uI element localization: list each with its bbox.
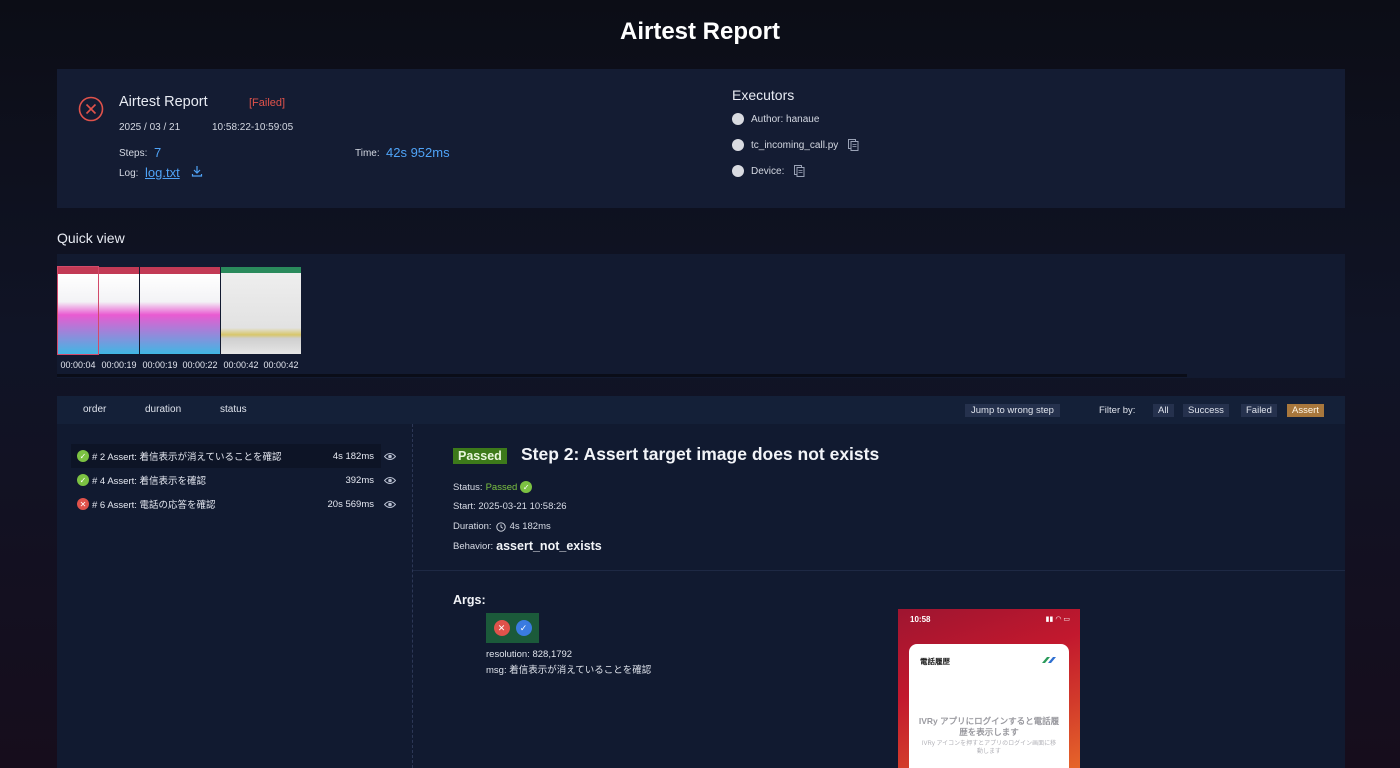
- page-title: Airtest Report: [619, 18, 781, 45]
- step-duration: 392ms: [345, 474, 374, 486]
- detail-status: Status: Passed ✓: [453, 481, 535, 493]
- report-title: Airtest Report: [119, 94, 208, 110]
- step-duration: 4s 182ms: [332, 450, 374, 462]
- executor-device: Device:: [732, 165, 805, 177]
- check-icon: ✓: [520, 481, 533, 493]
- step-label: # 4 Assert: 着信表示を確認: [92, 476, 207, 487]
- sort-duration-button[interactable]: duration: [145, 404, 181, 415]
- author-text: Author: hanaue: [751, 113, 820, 125]
- script-text: tc_incoming_call.py: [751, 139, 839, 151]
- thumbnail-time: 00:00:04: [60, 360, 96, 370]
- time-label: Time:: [355, 148, 380, 159]
- arg-resolution: resolution: 828,1792: [486, 649, 573, 660]
- eye-icon[interactable]: [384, 500, 396, 509]
- filter-success-button[interactable]: Success: [1183, 404, 1229, 417]
- quick-view-thumbnail[interactable]: [180, 267, 220, 354]
- check-icon: ✓: [77, 474, 89, 486]
- target-image[interactable]: ✕ ✓: [486, 613, 539, 643]
- step-list-item[interactable]: ✓ # 4 Assert: 着信表示を確認 392ms: [71, 468, 396, 492]
- step-duration: 20s 569ms: [327, 498, 374, 510]
- step-title: Step 2: Assert target image does not exi…: [521, 444, 880, 464]
- step-screenshot[interactable]: 10:58 ▮▮ ◠ ▭ 電話履歴 IVRy アプリにログインすると電話履歴を表…: [898, 609, 1080, 768]
- executors-title: Executors: [732, 87, 795, 103]
- sort-filter-bar: order duration status Jump to wrong step…: [57, 396, 1345, 424]
- bullet-icon: [732, 139, 744, 151]
- check-icon: ✓: [77, 450, 89, 462]
- arg-msg: msg: 着信表示が消えていることを確認: [486, 665, 652, 676]
- steps-label: Steps:: [119, 148, 148, 159]
- detail-start: Start: 2025-03-21 10:58:26: [453, 501, 567, 512]
- quick-view-thumbnail[interactable]: [261, 267, 301, 354]
- status-badge: Passed: [453, 448, 507, 464]
- download-icon[interactable]: [191, 165, 203, 177]
- detail-duration: Duration: 4s 182ms: [453, 521, 551, 532]
- decline-icon: ✕: [493, 620, 510, 636]
- section-divider: [413, 570, 1345, 571]
- clock-icon: [495, 521, 506, 532]
- report-date: 2025 / 03 / 21: [119, 122, 181, 133]
- step-list-item[interactable]: ✕ # 6 Assert: 電話の応答を確認 20s 569ms: [71, 492, 396, 516]
- step-label: # 2 Assert: 着信表示が消えていることを確認: [92, 452, 282, 463]
- log-link[interactable]: log.txt: [145, 165, 180, 180]
- total-time: 42s 952ms: [386, 145, 450, 160]
- phone-clock: 10:58: [910, 615, 931, 624]
- report-time-range: 10:58:22-10:59:05: [212, 122, 294, 133]
- panel-divider: [412, 424, 413, 768]
- ivry-logo-icon: [1042, 657, 1056, 663]
- quick-view-thumbnail[interactable]: [140, 267, 180, 354]
- thumbnail-time: 00:00:42: [263, 360, 299, 370]
- sort-order-button[interactable]: order: [83, 404, 106, 415]
- executor-script: tc_incoming_call.py: [732, 139, 859, 151]
- filter-label: Filter by:: [1099, 405, 1136, 416]
- filter-assert-button[interactable]: Assert: [1287, 404, 1324, 417]
- phone-sub-message: IVRy アイコンを押すとアプリのログイン画面に移動します: [921, 741, 1057, 755]
- quick-view-thumbnail[interactable]: [99, 267, 139, 354]
- thumbnail-time: 00:00:19: [142, 360, 178, 370]
- steps-count: 7: [154, 145, 162, 160]
- step-list: ✓ # 2 Assert: 着信表示が消えていることを確認 4s 182ms ✓…: [71, 444, 396, 516]
- steps-section: order duration status Jump to wrong step…: [57, 396, 1345, 768]
- report-status: [Failed]: [249, 97, 286, 109]
- jump-to-wrong-step-button[interactable]: Jump to wrong step: [965, 404, 1060, 417]
- device-text: Device:: [751, 165, 785, 177]
- thumbnail-time: 00:00:22: [182, 360, 218, 370]
- eye-icon[interactable]: [384, 452, 396, 461]
- behavior-label: Behavior:: [453, 540, 494, 552]
- duration-value: 4s 182ms: [509, 521, 551, 532]
- status-value: Passed: [485, 481, 518, 493]
- executor-author: Author: hanaue: [732, 113, 819, 125]
- failed-x-icon: [78, 96, 104, 122]
- quick-view-thumbnail[interactable]: [221, 267, 261, 354]
- phone-status-icons: ▮▮ ◠ ▭: [1045, 616, 1070, 623]
- phone-card-title: 電話履歴: [920, 657, 950, 666]
- copy-icon[interactable]: [794, 165, 805, 177]
- quick-view-thumbnail[interactable]: [57, 266, 99, 355]
- bullet-icon: [732, 113, 744, 125]
- duration-label: Duration:: [453, 521, 492, 532]
- quick-view-label: Quick view: [57, 230, 125, 246]
- step-label: # 6 Assert: 電話の応答を確認: [92, 500, 216, 511]
- eye-icon[interactable]: [384, 476, 396, 485]
- sort-status-button[interactable]: status: [220, 404, 247, 415]
- filter-all-button[interactable]: All: [1153, 404, 1174, 417]
- thumbnail-time: 00:00:42: [223, 360, 259, 370]
- detail-behavior: Behavior: assert_not_exists: [453, 539, 602, 553]
- step-list-item[interactable]: ✓ # 2 Assert: 着信表示が消えていることを確認 4s 182ms: [71, 444, 396, 468]
- quick-view-strip: 00:00:04 00:00:19 00:00:19 00:00:22 00:0…: [57, 254, 1345, 378]
- filter-failed-button[interactable]: Failed: [1241, 404, 1277, 417]
- summary-panel: Airtest Report [Failed] 2025 / 03 / 21 1…: [57, 69, 1345, 208]
- phone-card: 電話履歴 IVRy アプリにログインすると電話履歴を表示します IVRy アイコ…: [909, 644, 1069, 768]
- log-label: Log:: [119, 168, 139, 179]
- accept-icon: ✓: [515, 620, 532, 636]
- quick-view-scrollbar[interactable]: [57, 374, 1187, 377]
- error-x-icon: ✕: [77, 498, 89, 510]
- phone-message: IVRy アプリにログインすると電話履歴を表示します: [918, 716, 1060, 737]
- status-label: Status:: [453, 481, 483, 493]
- bullet-icon: [732, 165, 744, 177]
- args-label: Args:: [453, 593, 486, 607]
- thumbnail-time: 00:00:19: [101, 360, 137, 370]
- behavior-value: assert_not_exists: [496, 539, 602, 553]
- copy-icon[interactable]: [848, 139, 859, 151]
